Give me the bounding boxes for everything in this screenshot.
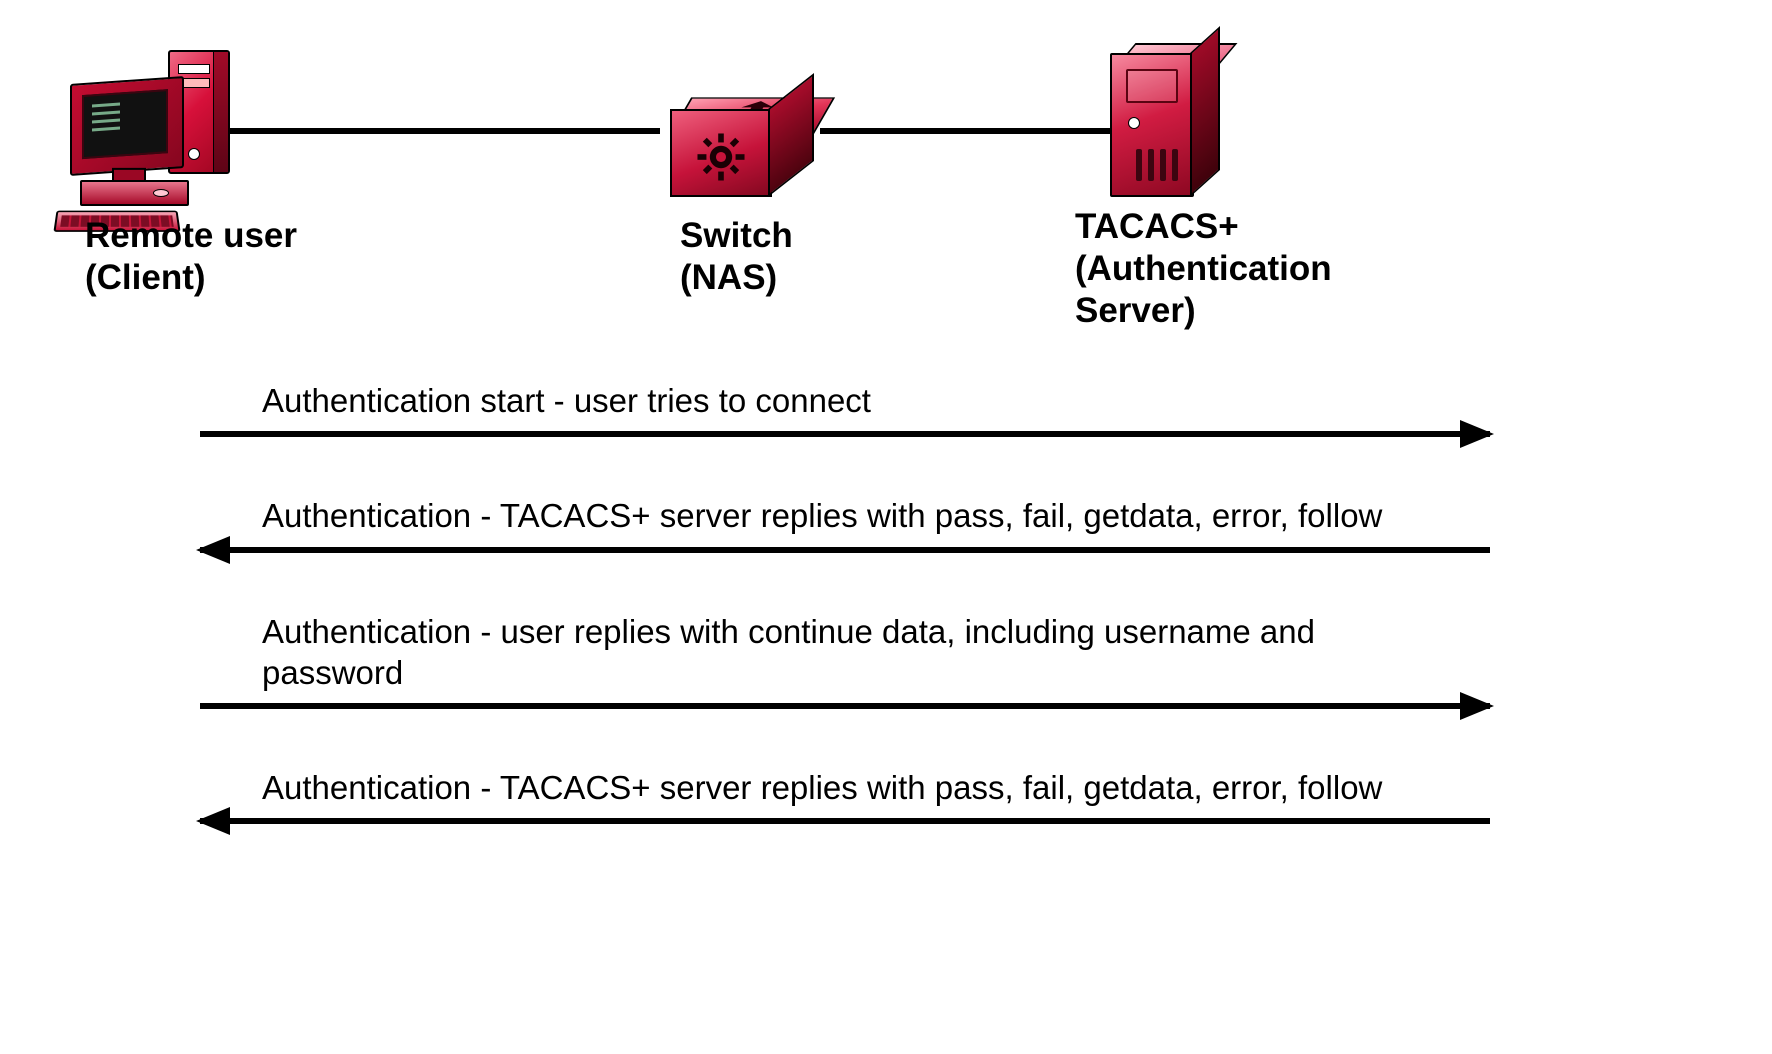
flow-3: Authentication - user replies with conti…	[200, 611, 1500, 710]
server-label-line1: TACACS+	[1075, 207, 1239, 246]
arrow-right-icon	[200, 703, 1490, 709]
switch-icon	[660, 60, 820, 210]
arrow-left-icon	[200, 818, 1490, 824]
gear-icon	[693, 129, 749, 185]
client-icon	[50, 50, 250, 220]
switch-label-line2: (NAS)	[680, 258, 777, 297]
arrow-right-icon	[200, 431, 1490, 437]
server-icon	[1100, 45, 1230, 205]
server-label-line3: Server)	[1075, 291, 1196, 330]
flow-4: Authentication - TACACS+ server replies …	[200, 767, 1500, 824]
client-label: Remote user (Client)	[85, 215, 297, 299]
flow-1: Authentication start - user tries to con…	[200, 380, 1500, 437]
flow-3-text: Authentication - user replies with conti…	[200, 611, 1442, 704]
switch-label: Switch (NAS)	[680, 215, 793, 299]
flow-1-text: Authentication start - user tries to con…	[200, 380, 1442, 431]
flow-2: Authentication - TACACS+ server replies …	[200, 495, 1500, 552]
client-label-line1: Remote user	[85, 216, 297, 255]
switch-label-line1: Switch	[680, 216, 793, 255]
diagram-stage: Remote user (Client) Switch (NAS) TACACS…	[0, 0, 1772, 1054]
message-flows: Authentication start - user tries to con…	[200, 380, 1500, 882]
monitor-icon	[70, 76, 184, 176]
flow-4-text: Authentication - TACACS+ server replies …	[200, 767, 1442, 818]
pc-base-icon	[80, 180, 189, 206]
flow-2-text: Authentication - TACACS+ server replies …	[200, 495, 1442, 546]
client-label-line2: (Client)	[85, 258, 206, 297]
server-label: TACACS+ (Authentication Server)	[1075, 206, 1332, 332]
network-link-line	[190, 128, 1114, 134]
server-label-line2: (Authentication	[1075, 249, 1332, 288]
arrow-left-icon	[200, 547, 1490, 553]
